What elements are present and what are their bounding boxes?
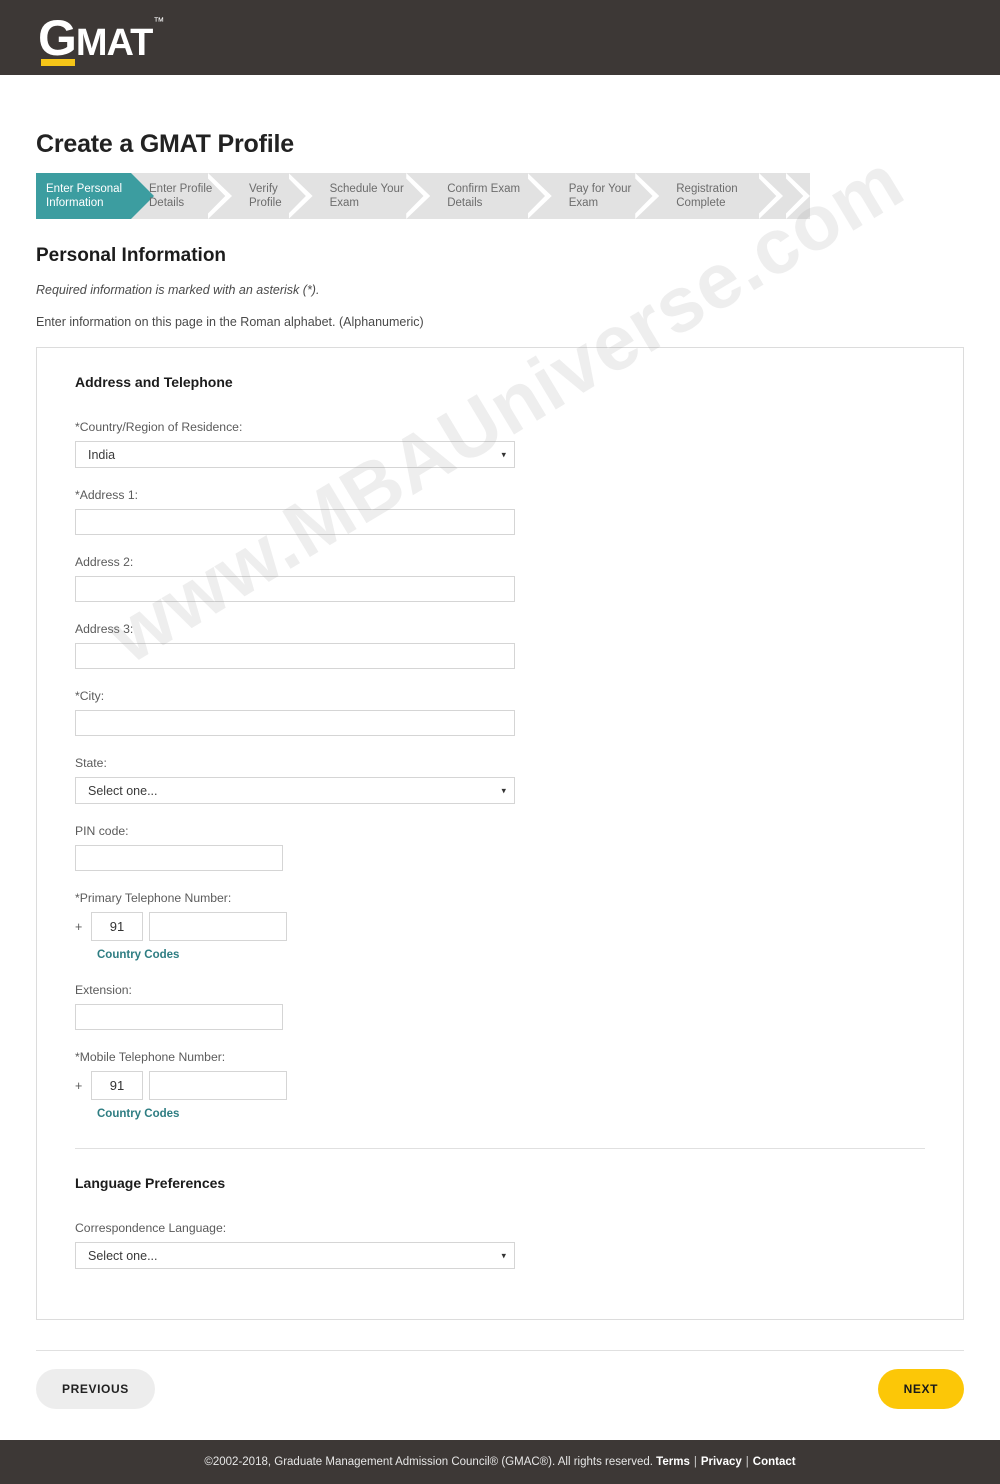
extension-label: Extension: <box>75 983 132 997</box>
correspondence-language-selected-value: Select one... <box>88 1248 158 1263</box>
step-label: Confirm Exam Details <box>447 183 521 209</box>
field-mobile-telephone: *Mobile Telephone Number: + Country Code… <box>57 1050 943 1122</box>
address-telephone-heading: Address and Telephone <box>75 374 233 390</box>
state-label: State: <box>75 756 107 770</box>
plus-sign-icon: + <box>75 1078 83 1093</box>
address3-input[interactable] <box>75 643 515 669</box>
page-content: Create a GMAT Profile Enter Personal Inf… <box>0 130 1000 1453</box>
city-label: *City: <box>75 689 105 703</box>
step-confirm-exam-details[interactable]: Confirm Exam Details <box>429 173 551 219</box>
mobile-country-codes-link[interactable]: Country Codes <box>97 1108 179 1120</box>
address2-input[interactable] <box>75 576 515 602</box>
mobile-telephone-row: + <box>75 1071 943 1100</box>
plus-sign-icon: + <box>75 919 83 934</box>
field-primary-telephone: *Primary Telephone Number: + Country Cod… <box>57 891 943 963</box>
chevron-down-icon: ▾ <box>501 785 506 795</box>
mobile-telephone-input[interactable] <box>149 1071 287 1100</box>
chevron-down-icon: ▾ <box>501 449 506 459</box>
mobile-country-code-input[interactable] <box>91 1071 143 1100</box>
language-preferences-heading: Language Preferences <box>75 1175 226 1191</box>
footer-copyright: ©2002-2018, Graduate Management Admissio… <box>204 1456 653 1468</box>
progress-stepper: Enter Personal Information Enter Profile… <box>36 173 811 219</box>
address1-label: *Address 1: <box>75 488 139 502</box>
logo-text: GMAT <box>38 13 153 65</box>
step-label: Registration Complete <box>676 183 738 209</box>
step-label: Verify Profile <box>249 183 282 209</box>
country-selected-value: India <box>88 447 116 462</box>
primary-telephone-label: *Primary Telephone Number: <box>75 891 232 905</box>
logo-letters-mat: MAT <box>75 21 153 64</box>
pin-code-input[interactable] <box>75 845 283 871</box>
address2-label: Address 2: <box>75 555 134 569</box>
footer-terms-link[interactable]: Terms <box>656 1456 690 1468</box>
footer-contact-link[interactable]: Contact <box>753 1456 796 1468</box>
state-select[interactable]: Select one... ▾ <box>75 777 515 804</box>
footer-privacy-link[interactable]: Privacy <box>701 1456 742 1468</box>
extension-input[interactable] <box>75 1004 283 1030</box>
step-schedule-your-exam[interactable]: Schedule Your Exam <box>311 173 430 219</box>
field-address1: *Address 1: <box>57 488 943 535</box>
footer-pipe: | <box>693 1456 697 1468</box>
primary-telephone-row: + <box>75 912 943 941</box>
city-input[interactable] <box>75 710 515 736</box>
pin-code-label: PIN code: <box>75 824 129 838</box>
page-title: Create a GMAT Profile <box>36 130 294 158</box>
section-title: Personal Information <box>36 245 227 266</box>
logo-letter-g: G <box>38 9 77 66</box>
footer-pipe: | <box>745 1456 749 1468</box>
step-label: Schedule Your Exam <box>329 183 404 209</box>
state-selected-value: Select one... <box>88 783 158 798</box>
field-city: *City: <box>57 689 943 736</box>
required-note: Required information is marked with an a… <box>36 283 320 297</box>
personal-information-card: Address and Telephone *Country/Region of… <box>36 347 964 1320</box>
site-header: GMAT ™ <box>0 0 1000 75</box>
country-select[interactable]: India ▾ <box>75 441 515 468</box>
address1-input[interactable] <box>75 509 515 535</box>
stepper-end-chevron-icon <box>782 173 811 219</box>
section-divider <box>75 1148 925 1149</box>
previous-button[interactable]: PREVIOUS <box>36 1369 155 1409</box>
primary-telephone-input[interactable] <box>149 912 287 941</box>
gmat-logo[interactable]: GMAT ™ <box>38 13 164 66</box>
footer-text-wrapper: ©2002-2018, Graduate Management Admissio… <box>204 1456 795 1468</box>
field-country: *Country/Region of Residence: India ▾ <box>57 420 943 468</box>
field-state: State: Select one... ▾ <box>57 756 943 804</box>
field-extension: Extension: <box>57 983 943 1030</box>
site-footer: ©2002-2018, Graduate Management Admissio… <box>0 1440 1000 1484</box>
correspondence-language-label: Correspondence Language: <box>75 1221 227 1235</box>
step-label: Pay for Your Exam <box>568 183 632 209</box>
country-label: *Country/Region of Residence: <box>75 420 243 434</box>
field-address3: Address 3: <box>57 622 943 669</box>
alphabet-note: Enter information on this page in the Ro… <box>36 315 424 329</box>
primary-country-code-input[interactable] <box>91 912 143 941</box>
step-label: Enter Personal Information <box>46 183 123 209</box>
step-label: Enter Profile Details <box>149 183 213 209</box>
field-pin-code: PIN code: <box>57 824 943 871</box>
logo-yellow-bar <box>41 58 75 66</box>
step-pay-for-your-exam[interactable]: Pay for Your Exam <box>550 173 659 219</box>
next-button[interactable]: NEXT <box>877 1369 964 1409</box>
field-correspondence-language: Correspondence Language: Select one... ▾ <box>57 1221 943 1269</box>
step-verify-profile[interactable]: Verify Profile <box>231 173 312 219</box>
field-address2: Address 2: <box>57 555 943 602</box>
trademark-icon: ™ <box>153 15 165 28</box>
primary-country-codes-link[interactable]: Country Codes <box>97 949 179 961</box>
step-enter-personal-information[interactable]: Enter Personal Information <box>36 173 155 219</box>
nav-separator <box>36 1350 964 1351</box>
chevron-down-icon: ▾ <box>501 1250 506 1260</box>
step-registration-complete[interactable]: Registration Complete <box>658 173 783 219</box>
address3-label: Address 3: <box>75 622 134 636</box>
correspondence-language-select[interactable]: Select one... ▾ <box>75 1242 515 1269</box>
mobile-telephone-label: *Mobile Telephone Number: <box>75 1050 226 1064</box>
